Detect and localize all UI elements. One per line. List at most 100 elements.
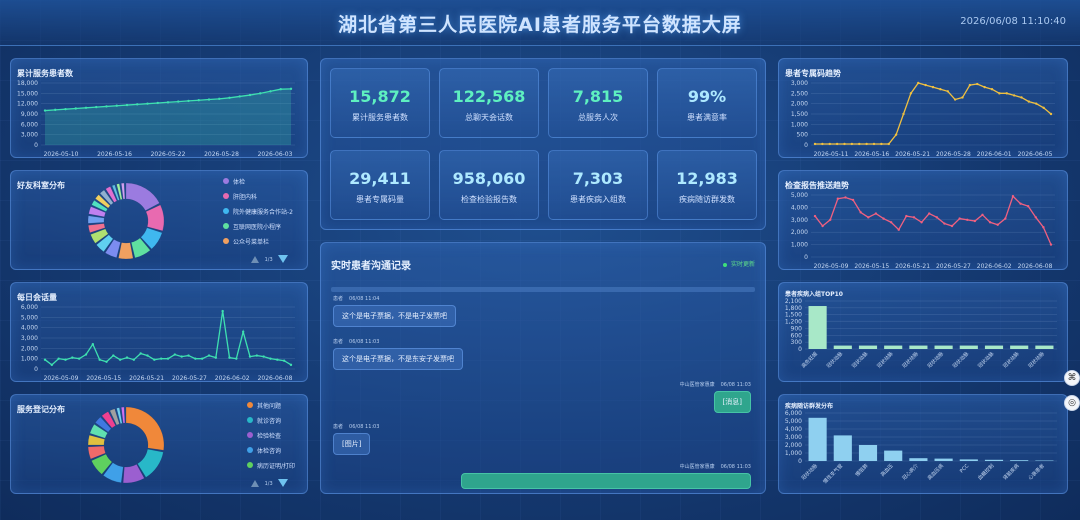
legend-label: 检验检查 [257, 433, 282, 440]
data-point [1012, 94, 1016, 97]
data-point [95, 105, 98, 109]
data-point [105, 360, 108, 363]
data-point [166, 101, 170, 104]
data-point [935, 216, 939, 219]
legend-item[interactable]: 体检咨询 [247, 446, 295, 461]
page-up-icon[interactable] [251, 255, 259, 263]
data-point [276, 358, 279, 361]
message-bubble[interactable] [461, 473, 751, 489]
legend-item[interactable]: 体检 [223, 177, 293, 192]
message-bubble[interactable]: [消息] [713, 391, 751, 413]
data-point [84, 106, 88, 109]
data-point [1035, 102, 1038, 105]
y-tick-label: 5,000 [21, 314, 38, 321]
data-point [84, 353, 88, 356]
data-point [1049, 112, 1053, 116]
data-point [1042, 226, 1045, 229]
legend-item[interactable]: 就诊咨询 [247, 416, 295, 431]
legend-item[interactable]: 病历证明/打印 [247, 461, 295, 476]
x-tick-label: 2026-05-21 [129, 375, 164, 382]
data-point [851, 198, 855, 202]
y-tick-label: 1,000 [785, 450, 802, 457]
register-legend: 其他问题就诊咨询检验检查体检咨询 病历证明/打印 [247, 401, 295, 476]
x-tick-label: 2026-06-08 [258, 375, 293, 382]
group-top-chart: 03006009001,2001,5001,8002,100高危妊娠 冠状动脉 冠状… [785, 298, 1057, 370]
panel-stats: 15,872 累计服务患者数 122,568 总聊天会话数 7,815 总服务人次 99% 患… [320, 58, 766, 230]
data-point [153, 358, 156, 361]
x-tick-label: 血糖控制 [976, 462, 995, 481]
data-point [909, 92, 913, 95]
bar [808, 417, 827, 461]
legend-item[interactable]: 其他问题 [247, 401, 295, 416]
legend-dot-icon [247, 462, 253, 468]
legend-item[interactable]: 互联网医院小程序 [223, 222, 293, 237]
data-point [279, 88, 282, 91]
y-tick-label: 4,000 [785, 426, 802, 433]
settings-icon[interactable]: ⌘ [1064, 370, 1080, 386]
message-sender: 患者 [333, 339, 344, 345]
x-tick-label: 冠状动脉 [850, 350, 869, 369]
y-tick-label: 2,500 [791, 90, 808, 97]
message-bubble[interactable]: 这个是电子票据，不是电子发票吧 [333, 305, 456, 327]
data-point [983, 85, 986, 89]
x-tick-label: 冠状动脉 [926, 350, 945, 369]
legend-item[interactable]: 公众号菜单栏 [223, 237, 293, 252]
x-tick-label: 2026-05-22 [151, 151, 186, 158]
y-tick-label: 900 [791, 325, 803, 332]
data-point [931, 85, 935, 89]
data-point [880, 142, 883, 146]
y-tick-label: 0 [34, 142, 38, 149]
y-tick-label: 0 [34, 366, 38, 373]
x-tick-label: 2026-06-08 [1018, 263, 1053, 270]
assistant-icon[interactable]: ◎ [1064, 395, 1080, 411]
legend-item[interactable]: 院外健康服务合作站-2 [223, 207, 293, 222]
data-point [902, 112, 905, 116]
page-down-icon[interactable] [278, 479, 289, 487]
bar [934, 345, 953, 349]
y-tick-label: 6,000 [21, 121, 38, 128]
stat-label: 患者专属码量 [356, 195, 404, 204]
clock: 2026/06/08 11:10:40 [960, 16, 1066, 27]
data-point [159, 357, 163, 360]
stat-label: 疾病随访群发数 [679, 195, 735, 204]
data-point [865, 142, 868, 146]
x-tick-label: 冠状动脉 [800, 462, 819, 481]
data-point [91, 343, 95, 346]
data-point [235, 357, 238, 360]
data-point [71, 356, 74, 359]
daily-chart: 0 1,000 2,000 3,000 4,000 5,000 6,000 2026-05-0… [21, 304, 295, 382]
stat-label: 检查检验报告数 [461, 195, 517, 204]
data-point [125, 103, 129, 107]
page-down-icon[interactable] [278, 255, 289, 263]
data-point [920, 221, 923, 224]
message-bubble[interactable]: [图片] [333, 433, 371, 455]
data-point [950, 224, 954, 228]
legend-item[interactable]: 检验检查 [247, 431, 295, 446]
data-point [146, 102, 149, 105]
y-tick-label: 4,000 [21, 325, 38, 332]
x-tick-label: 慢性支气管 [822, 462, 845, 485]
data-point [829, 218, 832, 221]
legend-label: 其他问题 [257, 403, 282, 410]
data-point [872, 142, 876, 146]
x-tick-label: 2026-05-28 [936, 151, 971, 158]
x-tick-label: 心衰患者 [1027, 462, 1046, 481]
data-point [43, 358, 47, 361]
data-point [115, 104, 118, 107]
message-bubble[interactable]: 这个是电子票据，不是东安子发票吧 [333, 348, 463, 370]
page-up-icon[interactable] [251, 479, 259, 487]
data-point [924, 83, 927, 87]
x-tick-label: 冠状动脉 [1002, 350, 1021, 369]
legend-label: 院外健康服务合作站-2 [233, 209, 293, 216]
data-point [74, 107, 77, 110]
x-tick-label: 肾脏疾病 [1002, 462, 1021, 481]
bar [884, 450, 903, 461]
data-point [136, 103, 139, 106]
x-tick-label: 2026-05-21 [895, 263, 930, 270]
data-point [1020, 96, 1023, 99]
legend-item[interactable]: 肝胆内科 [223, 192, 293, 207]
panel-chat: 实时患者沟通记录 实时更新 患者 06/08 11:04 这个是电子票据，不是电子发… [320, 242, 766, 494]
legend-dot-icon [247, 432, 253, 438]
register-donut-chart [87, 406, 165, 484]
stat-card: 7,815 总服务人次 [548, 68, 648, 138]
